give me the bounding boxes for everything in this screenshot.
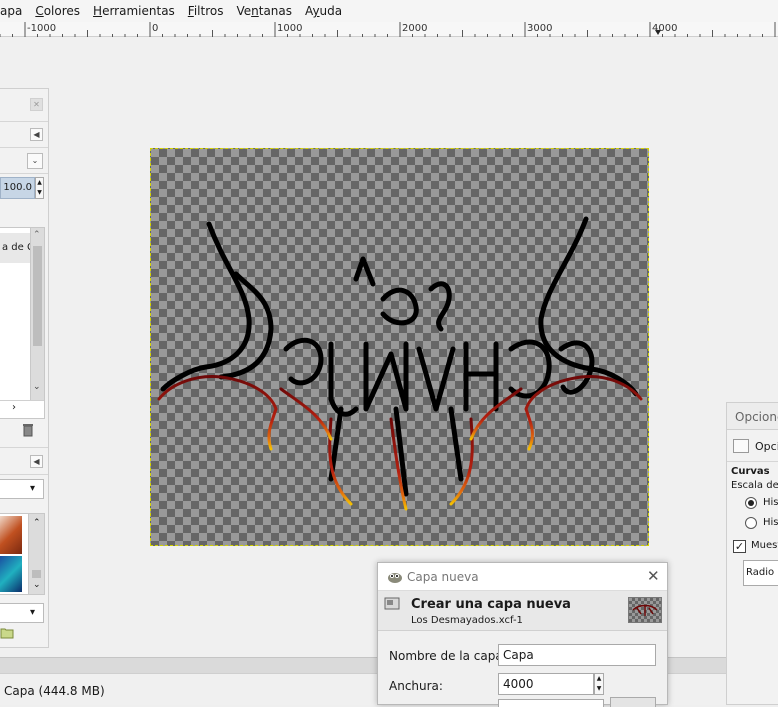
layers-scroll-thumb[interactable]	[33, 246, 42, 346]
trash-icon[interactable]	[22, 423, 34, 437]
image-thumbnail	[628, 597, 662, 623]
dialog-header-subtitle: Los Desmayados.xcf-1	[411, 615, 523, 626]
scroll-right-icon[interactable]: ›	[12, 402, 16, 413]
ruler-label-4000: 4000	[652, 23, 678, 34]
patterns-scrollbar[interactable]: ⌃ ⌄	[28, 514, 44, 594]
thumbnail-logo	[632, 604, 658, 616]
gimp-wilber-icon	[388, 573, 402, 583]
horizontal-ruler[interactable]: -1000 0 1000 2000 3000 4000	[0, 22, 778, 37]
status-layer-info: Capa (444.8 MB)	[4, 684, 105, 698]
checkbox-label: Muest	[751, 540, 778, 551]
menubar: apa Colores Herramientas Filtros Ventana…	[0, 0, 778, 22]
scroll-up-icon[interactable]: ⌃	[33, 230, 41, 240]
menu-colores[interactable]: Colores	[35, 4, 80, 18]
ruler-label-2000: 2000	[402, 23, 428, 34]
width-label: Anchura:	[389, 679, 443, 693]
dialog-title: Capa nueva	[407, 570, 479, 584]
opacity-stepper[interactable]: ▲ ▼	[35, 177, 44, 199]
ruler-label-neg1000: -1000	[27, 23, 57, 34]
menu-herramientas-mnemonic: H	[93, 4, 103, 18]
menu-ayuda[interactable]: Ayuda	[305, 4, 342, 18]
layers-hscroll[interactable]: ›	[0, 400, 44, 418]
chevron-down-icon[interactable]: ⌄	[27, 153, 43, 169]
layers-list[interactable]: a de C ⌃ ⌄ ›	[0, 227, 45, 419]
dialog-header-title: Crear una capa nueva	[411, 597, 571, 612]
tool-options-tab-label: Opci	[755, 440, 778, 453]
menu-colores-mnemonic: C	[35, 4, 44, 18]
radius-dropdown-value: Radio	[746, 567, 775, 578]
tool-options-tab[interactable]: Opci	[727, 430, 778, 462]
radio-histogram-log[interactable]	[745, 517, 757, 529]
show-checkbox[interactable]: ✓	[733, 540, 746, 553]
dialog-header: Crear una capa nueva Los Desmayados.xcf-…	[378, 591, 667, 631]
pattern-thumb-1[interactable]	[0, 516, 22, 554]
menu-filtros[interactable]: Filtros	[188, 4, 224, 18]
ruler-label-1000: 1000	[277, 23, 303, 34]
radius-dropdown[interactable]: Radio	[743, 560, 778, 586]
folder-icon[interactable]	[0, 627, 14, 639]
radio-2-label: Hist	[763, 517, 778, 528]
tool-options-dock: Opcione Opci Curvas Escala del h Hist Hi…	[726, 402, 778, 705]
layer-row[interactable]: a de C	[0, 233, 30, 263]
left-dock-header-1: ◀	[0, 122, 48, 148]
left-dock-panel: ✕ ◀ ⌄ 100.0 ▲▼ a de C ⌃ ⌄ › ◀ ▾ ⌃ ⌄	[0, 88, 49, 648]
image-canvas[interactable]	[150, 148, 649, 546]
ruler-label-0: 0	[152, 23, 159, 34]
patterns-dropdown[interactable]: ▾	[0, 479, 44, 499]
dropdown-arrow-2-icon: ▾	[30, 607, 36, 618]
tool-options-title: Opcione	[735, 410, 778, 424]
logo-artwork	[157, 216, 643, 511]
menu-ventanas[interactable]: Ventanas	[236, 4, 292, 18]
left-dock-tabbar: ✕	[0, 89, 48, 122]
left-dock-header-2: ◀	[0, 447, 48, 475]
layer-name-input[interactable]: Capa	[498, 644, 656, 666]
pattern-scroll-up-icon[interactable]: ⌃	[33, 518, 41, 528]
dropdown-arrow-icon: ▾	[30, 483, 36, 494]
opacity-row: 100.0 ▲ ▼	[0, 174, 48, 204]
close-icon[interactable]: ✕	[647, 567, 660, 585]
mode-dropdown[interactable]: ⌄	[0, 148, 48, 174]
dialog-titlebar[interactable]: Capa nueva ✕	[378, 563, 667, 591]
close-dock-icon[interactable]: ✕	[30, 98, 43, 111]
layers-scrollbar[interactable]: ⌃ ⌄	[30, 228, 44, 400]
dock-menu-arrow-2-icon[interactable]: ◀	[30, 455, 43, 468]
menu-filtros-mnemonic: F	[187, 4, 194, 18]
ruler-label-3000: 3000	[527, 23, 553, 34]
patterns-dropdown-2[interactable]: ▾	[0, 603, 44, 623]
radio-dot	[748, 500, 754, 506]
layer-name-label: Nombre de la capa:	[389, 649, 507, 663]
new-layer-dialog: Capa nueva ✕ Crear una capa nueva Los De…	[377, 562, 668, 707]
opacity-spin-field[interactable]: 100.0	[0, 177, 35, 199]
pattern-thumb-2[interactable]	[0, 556, 22, 592]
radio-1-label: Hist	[763, 497, 778, 508]
radio-histogram-linear[interactable]	[745, 497, 757, 509]
menu-ventanas-mnemonic: n	[251, 4, 259, 18]
menu-capa[interactable]: apa	[0, 4, 22, 18]
curves-section-title: Curvas	[731, 466, 770, 477]
width-input[interactable]: 4000	[498, 673, 594, 695]
dock-menu-arrow-icon[interactable]: ◀	[30, 128, 43, 141]
pattern-scroll-down-icon[interactable]: ⌄	[33, 580, 41, 590]
scroll-down-icon[interactable]: ⌄	[33, 382, 41, 392]
tool-options-tab-icon	[733, 439, 749, 453]
chain-link-button[interactable]	[610, 697, 656, 707]
patterns-grid[interactable]: ⌃ ⌄	[0, 513, 45, 595]
scale-label: Escala del h	[731, 480, 778, 491]
tool-options-titlebar: Opcione	[727, 403, 778, 430]
logo-outline	[160, 216, 639, 497]
height-input[interactable]	[498, 699, 604, 707]
menu-herramientas[interactable]: Herramientas	[93, 4, 175, 18]
menu-ayuda-mnemonic: y	[312, 4, 320, 18]
new-layer-icon	[384, 597, 400, 610]
patterns-scroll-thumb[interactable]	[32, 570, 41, 578]
width-stepper[interactable]: ▲ ▼	[594, 673, 604, 695]
